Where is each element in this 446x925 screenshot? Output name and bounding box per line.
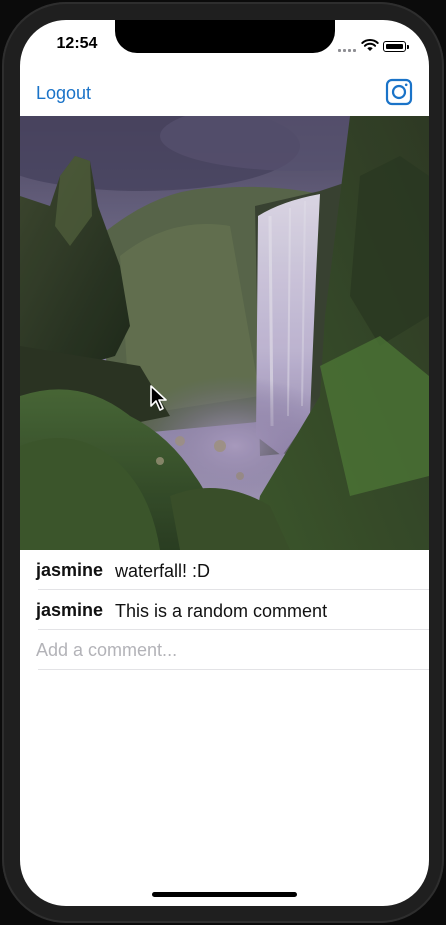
- waterfall-photo: [20, 116, 429, 550]
- notch: [115, 20, 335, 53]
- post-photo[interactable]: [20, 116, 429, 550]
- cellular-signal-icon: [338, 44, 358, 52]
- status-time: 12:54: [56, 35, 98, 52]
- logout-button[interactable]: Logout: [36, 83, 91, 104]
- mouse-pointer-icon: [150, 385, 167, 411]
- navigation-bar: Logout: [20, 70, 429, 116]
- comment-username[interactable]: jasmine: [36, 560, 103, 581]
- comments-list: jasmine waterfall! :D jasmine This is a …: [20, 550, 429, 670]
- add-comment-row: [36, 630, 429, 670]
- wifi-icon: [361, 39, 379, 51]
- add-comment-input[interactable]: [36, 637, 406, 663]
- comment-row: jasmine waterfall! :D: [36, 550, 429, 590]
- comment-username[interactable]: jasmine: [36, 600, 103, 621]
- comment-row: jasmine This is a random comment: [36, 590, 429, 630]
- comment-text: This is a random comment: [115, 601, 328, 621]
- phone-frame: 12:54 Logout jasmine waterfall!:D jasmi…: [0, 0, 446, 925]
- instagram-camera-icon[interactable]: [385, 78, 413, 106]
- home-indicator[interactable]: [152, 892, 297, 897]
- battery-icon: [383, 41, 409, 52]
- app-screen: 12:54 Logout jasmine waterfall!:D jasmi…: [20, 20, 429, 906]
- comment-text: waterfall! :D: [115, 561, 211, 581]
